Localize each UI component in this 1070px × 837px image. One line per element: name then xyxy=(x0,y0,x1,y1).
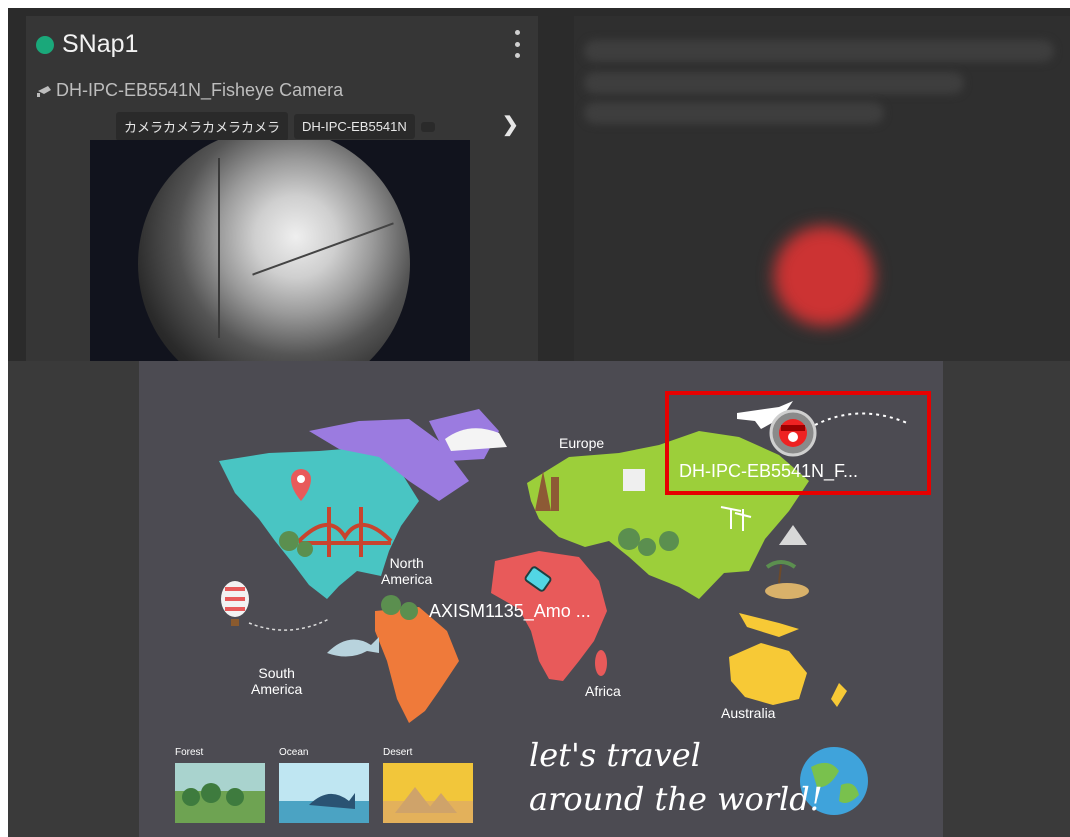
camera-name-row: DH-IPC-EB5541N_Fisheye Camera xyxy=(36,80,343,101)
map-area: Europe North America South America Afric… xyxy=(8,361,1070,837)
chevron-right-icon[interactable]: ❯ xyxy=(502,112,519,137)
thumb-caption: Desert xyxy=(383,747,413,758)
slogan-line-2: around the world! xyxy=(529,780,823,818)
thumb-desert: Desert xyxy=(383,747,412,761)
snapshot-card[interactable]: SNap1 DH-IPC-EB5541N_Fisheye Camera カメラカ… xyxy=(26,16,538,368)
thumb-ocean: Ocean xyxy=(279,747,308,761)
thumb-caption: Forest xyxy=(175,747,204,758)
camera-icon xyxy=(37,85,51,97)
blurred-card xyxy=(574,16,1070,368)
snapshot-title: SNap1 xyxy=(62,30,139,58)
kebab-icon[interactable] xyxy=(510,30,524,58)
fisheye-image xyxy=(138,140,410,368)
camera-name: DH-IPC-EB5541N_Fisheye Camera xyxy=(56,80,344,100)
label-south-america: South America xyxy=(251,665,303,697)
slogan-line-1: let's travel xyxy=(529,736,701,774)
record-icon xyxy=(774,226,874,326)
camera-snapshot xyxy=(90,140,470,368)
device-label[interactable]: DH-IPC-EB5541N_F... xyxy=(679,461,858,482)
app-window: SNap1 DH-IPC-EB5541N_Fisheye Camera カメラカ… xyxy=(8,8,1070,837)
thumb-caption: Ocean xyxy=(279,747,309,758)
tag-list: カメラカメラカメラカメラ DH-IPC-EB5541N xyxy=(116,112,441,141)
slogan: let's travel around the world! xyxy=(529,733,823,821)
snapshot-header: SNap1 xyxy=(36,30,138,59)
world-map-image: Europe North America South America Afric… xyxy=(139,361,943,837)
thumb-forest: Forest xyxy=(175,747,203,761)
label-africa: Africa xyxy=(585,683,621,699)
tag-chip[interactable] xyxy=(420,121,435,132)
tag-chip[interactable]: DH-IPC-EB5541N xyxy=(294,114,415,139)
dome-camera-icon[interactable] xyxy=(769,409,817,457)
label-europe: Europe xyxy=(559,435,605,451)
label-australia: Australia xyxy=(721,705,776,721)
label-north-america: North America xyxy=(381,555,433,587)
bullet-camera-icon[interactable] xyxy=(521,563,555,597)
status-dot-icon xyxy=(36,35,54,54)
device-label[interactable]: AXISM1135_Amo ... xyxy=(429,601,591,622)
tag-chip[interactable]: カメラカメラカメラカメラ xyxy=(116,112,289,141)
